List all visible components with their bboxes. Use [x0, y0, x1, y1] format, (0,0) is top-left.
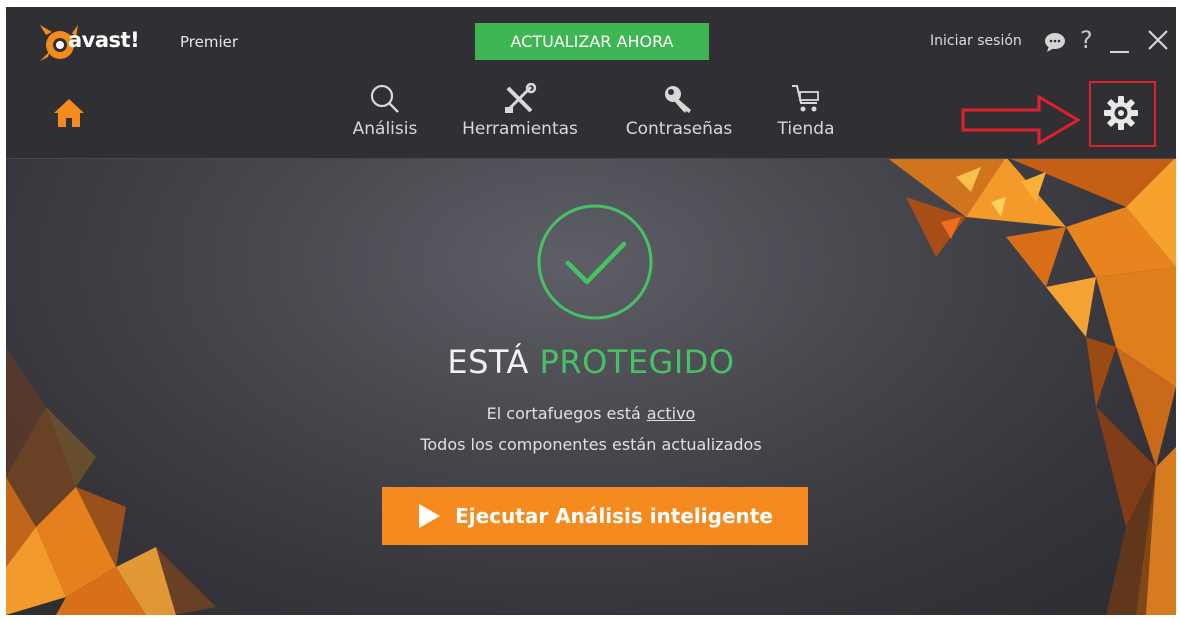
nav-item-herramientas[interactable]: Herramientas [451, 83, 589, 157]
nav-item-contrasenas[interactable]: Contraseñas [615, 83, 743, 157]
signin-link[interactable]: Iniciar sesión [930, 33, 1022, 49]
smart-scan-button[interactable]: Ejecutar Análisis inteligente [382, 487, 808, 545]
close-icon[interactable] [1147, 29, 1169, 51]
play-icon [419, 504, 441, 528]
firewall-text: El cortafuegos está [486, 404, 641, 423]
edition-label: Premier [180, 33, 239, 51]
avast-window: avast! Premier ACTUALIZAR AHORA Iniciar … [6, 7, 1176, 615]
nav-label: Análisis [352, 119, 418, 139]
nav-label: Tienda [777, 119, 835, 139]
check-circle-icon [537, 204, 653, 320]
update-now-button[interactable]: ACTUALIZAR AHORA [475, 23, 709, 60]
nav-label: Herramientas [462, 119, 578, 139]
smart-scan-label: Ejecutar Análisis inteligente [455, 504, 773, 528]
logo-text: avast! [68, 28, 140, 52]
firewall-status: El cortafuegos está activo [6, 404, 1176, 423]
cart-icon [792, 85, 819, 112]
nav-label: Contraseñas [625, 119, 733, 139]
firewall-active-link[interactable]: activo [647, 404, 696, 423]
chat-icon[interactable] [1044, 32, 1066, 52]
components-status: Todos los componentes están actualizados [420, 435, 762, 454]
status-title: ESTÁ PROTEGIDO [6, 343, 1176, 381]
minimize-button[interactable] [1110, 51, 1129, 53]
key-icon [665, 86, 691, 113]
gear-icon[interactable] [1103, 95, 1139, 131]
title-bar: avast! Premier ACTUALIZAR AHORA Iniciar … [6, 7, 1176, 75]
status-highlight: PROTEGIDO [539, 343, 735, 381]
home-icon[interactable] [53, 98, 85, 128]
nav-item-analisis[interactable]: Análisis [343, 83, 427, 157]
search-icon [370, 84, 399, 113]
help-button[interactable]: ? [1080, 26, 1093, 54]
tools-icon [505, 83, 537, 113]
status-prefix: ESTÁ [447, 343, 529, 381]
red-arrow-icon [961, 94, 1081, 146]
nav-item-tienda[interactable]: Tienda [771, 83, 841, 157]
